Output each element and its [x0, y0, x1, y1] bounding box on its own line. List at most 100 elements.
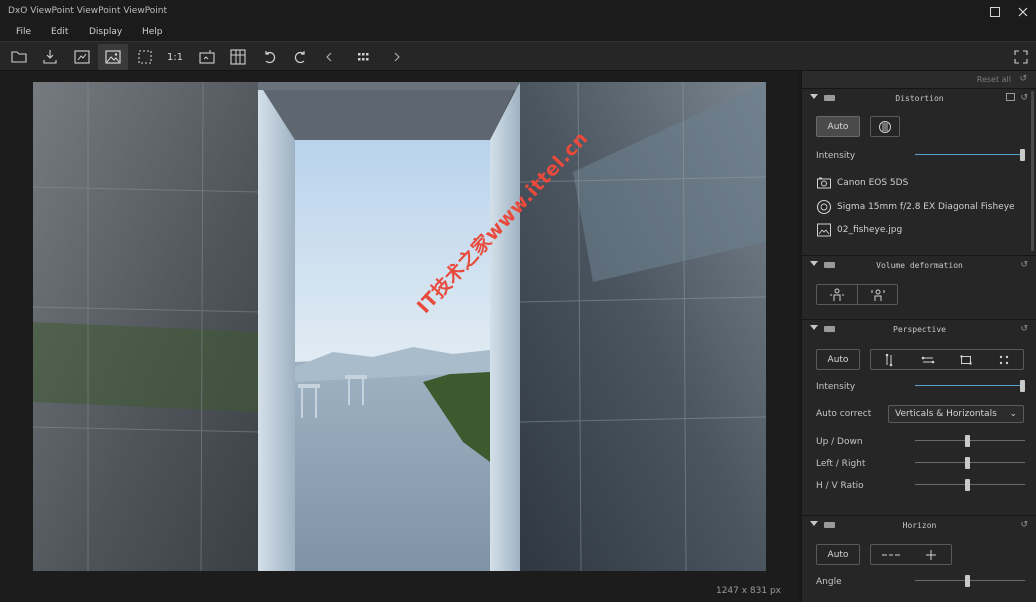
volume-header[interactable]: Volume deformation ↺ [802, 256, 1036, 276]
distortion-auto-button[interactable]: Auto [816, 116, 860, 137]
menu-edit[interactable]: Edit [51, 27, 68, 37]
lens-icon [816, 199, 832, 215]
hv-ratio-label: H / V Ratio [816, 481, 864, 491]
crop-icon [138, 50, 152, 64]
camera-info: Canon EOS 5DS [816, 175, 908, 191]
menu-bar: File Edit Display Help [0, 23, 1036, 41]
corrections-panel: Reset all ↺ Distortion ↺ Auto Intensity … [801, 71, 1036, 602]
up-down-slider[interactable] [915, 435, 1025, 447]
auto-correct-value: Verticals & Horizontals [895, 409, 997, 419]
fit-button[interactable] [192, 44, 222, 70]
reset-icon[interactable]: ↺ [1020, 520, 1028, 530]
horizon-mode-buttons [870, 544, 952, 565]
horizontal-lines-icon[interactable] [921, 353, 935, 370]
slider-knob[interactable] [965, 575, 970, 587]
thumbnails-button[interactable] [348, 44, 378, 70]
fit-icon [199, 50, 215, 64]
chevron-right-icon [394, 52, 400, 62]
volume-section: Volume deformation ↺ [802, 255, 1036, 319]
open-button[interactable] [4, 44, 34, 70]
volume-cylindrical-button[interactable] [817, 285, 858, 304]
export-icon [43, 50, 57, 64]
panel-scrollbar[interactable] [1031, 91, 1034, 251]
horizon-title: Horizon [902, 521, 937, 530]
slider-knob[interactable] [965, 457, 970, 469]
chevron-down-icon: ⌄ [1009, 409, 1017, 419]
perspective-section: Perspective ↺ Auto Intensity Auto correc… [802, 319, 1036, 515]
slider-knob[interactable] [965, 479, 970, 491]
rotate-right-button[interactable] [285, 44, 315, 70]
reset-all-icon[interactable]: ↺ [1019, 74, 1027, 84]
fisheye-mode-button[interactable] [870, 116, 900, 137]
lens-info: Sigma 15mm f/2.8 EX Diagonal Fisheye [816, 199, 1015, 215]
window-title: DxO ViewPoint ViewPoint ViewPoint [8, 6, 168, 16]
crop-button[interactable] [130, 44, 160, 70]
reset-icon[interactable]: ↺ [1020, 260, 1028, 270]
horizon-auto-button[interactable]: Auto [816, 544, 860, 565]
horizon-line-icon[interactable] [881, 548, 901, 565]
menu-display[interactable]: Display [89, 27, 122, 37]
image-file-icon [817, 223, 831, 237]
person-frame-icon [871, 289, 885, 301]
camera-model: Canon EOS 5DS [837, 178, 909, 188]
auto-correct-label: Auto correct [816, 409, 872, 419]
image-view-button[interactable] [98, 44, 128, 70]
zoom-1to1-label: 1:1 [166, 51, 184, 63]
photo-image [33, 82, 766, 571]
compare-button[interactable] [67, 44, 97, 70]
slider-knob[interactable] [1020, 149, 1025, 161]
slider-knob[interactable] [1020, 380, 1025, 392]
hv-ratio-slider[interactable] [915, 479, 1025, 491]
rotate-right-icon [294, 51, 305, 64]
reset-all-label[interactable]: Reset all [977, 75, 1011, 84]
rectangle-icon[interactable] [959, 353, 973, 370]
lens-model: Sigma 15mm f/2.8 EX Diagonal Fisheye [837, 202, 1015, 212]
next-button[interactable] [382, 44, 412, 70]
settings-icon[interactable] [1006, 93, 1015, 101]
slider-knob[interactable] [965, 435, 970, 447]
left-right-label: Left / Right [816, 459, 866, 469]
distortion-section: Distortion ↺ Auto Intensity Canon EOS 5D… [802, 88, 1036, 253]
horizon-crosshair-icon[interactable] [924, 548, 938, 565]
angle-slider[interactable] [915, 575, 1025, 587]
zoom-1to1-button[interactable]: 1:1 [160, 44, 190, 70]
menu-help[interactable]: Help [142, 27, 163, 37]
grid-icon [230, 49, 246, 65]
fullscreen-button[interactable] [1006, 44, 1036, 70]
perspective-header[interactable]: Perspective ↺ [802, 320, 1036, 340]
grid-button[interactable] [223, 44, 253, 70]
auto-correct-select[interactable]: Verticals & Horizontals ⌄ [888, 405, 1024, 423]
eight-points-icon[interactable] [997, 353, 1011, 370]
fisheye-icon [879, 120, 891, 133]
volume-spherical-button[interactable] [858, 285, 898, 304]
menu-file[interactable]: File [16, 27, 31, 37]
distortion-header[interactable]: Distortion ↺ [802, 89, 1036, 109]
photo-preview [33, 82, 766, 571]
image-icon [105, 50, 121, 64]
close-button[interactable] [1003, 0, 1036, 23]
close-icon [1018, 7, 1028, 16]
left-right-slider[interactable] [915, 457, 1025, 469]
image-canvas[interactable]: 1247 x 831 px [0, 71, 800, 602]
fullscreen-icon [1014, 50, 1028, 64]
toolbar: 1:1 [0, 41, 1036, 71]
perspective-intensity-slider[interactable] [915, 380, 1025, 392]
chevron-left-icon [326, 52, 332, 62]
title-bar: DxO ViewPoint ViewPoint ViewPoint [0, 0, 1036, 23]
distortion-intensity-slider[interactable] [915, 149, 1025, 161]
reset-icon[interactable]: ↺ [1020, 324, 1028, 334]
camera-icon [817, 177, 831, 189]
perspective-mode-buttons [870, 349, 1024, 370]
rotate-left-button[interactable] [255, 44, 285, 70]
up-down-label: Up / Down [816, 437, 863, 447]
vertical-lines-icon[interactable] [882, 353, 896, 370]
image-size-label: 1247 x 831 px [715, 586, 781, 596]
horizon-header[interactable]: Horizon ↺ [802, 516, 1036, 536]
rotate-left-icon [265, 51, 276, 64]
export-button[interactable] [35, 44, 65, 70]
perspective-intensity-label: Intensity [816, 382, 856, 392]
previous-button[interactable] [314, 44, 344, 70]
reset-icon[interactable]: ↺ [1020, 93, 1028, 103]
thumbnails-icon [358, 53, 369, 61]
perspective-auto-button[interactable]: Auto [816, 349, 860, 370]
